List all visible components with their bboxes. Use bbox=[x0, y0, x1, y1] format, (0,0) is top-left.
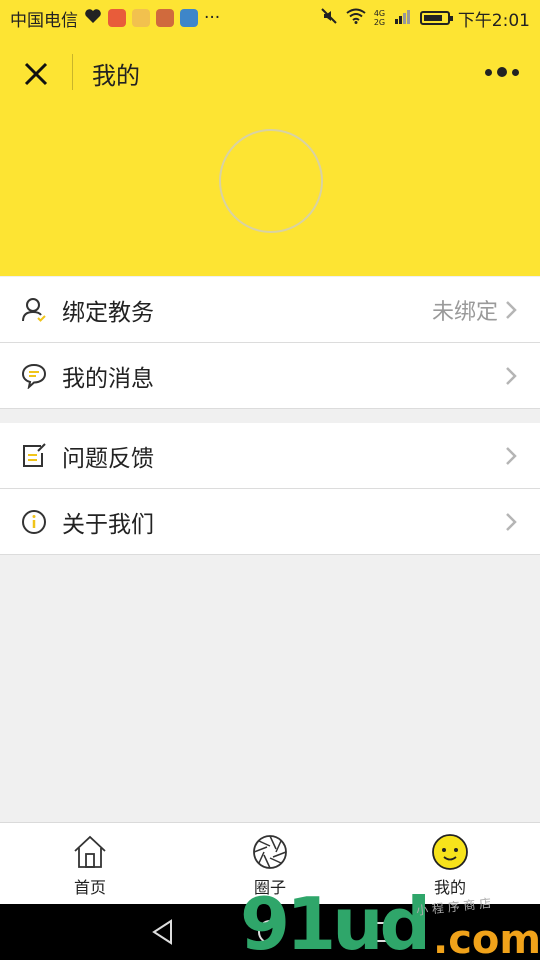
carrier-name: 中国电信 bbox=[10, 10, 78, 31]
close-icon bbox=[24, 62, 48, 86]
bind-status-value: 未绑定 bbox=[431, 299, 498, 325]
menu-item-bind-academic[interactable]: 绑定教务 未绑定 bbox=[0, 277, 540, 343]
user-check-icon bbox=[20, 296, 48, 324]
page-title: 我的 bbox=[92, 62, 140, 90]
mute-icon bbox=[320, 7, 338, 30]
watermark-suffix: .com bbox=[433, 917, 540, 960]
network-type: 4G 2G bbox=[373, 9, 386, 27]
wifi-icon bbox=[346, 8, 366, 29]
menu-item-feedback[interactable]: 问题反馈 bbox=[0, 423, 540, 489]
more-notifications: ··· bbox=[204, 8, 221, 28]
menu-item-label: 绑定教务 bbox=[62, 299, 154, 326]
menu-item-label: 我的消息 bbox=[62, 365, 154, 392]
aperture-icon bbox=[251, 833, 289, 871]
app-notification-icon bbox=[180, 9, 198, 27]
app-notification-icon bbox=[108, 9, 126, 27]
dot-icon bbox=[497, 67, 507, 77]
chevron-right-icon bbox=[504, 511, 518, 533]
tab-label: 首页 bbox=[73, 878, 106, 897]
dot-icon bbox=[485, 68, 492, 76]
edit-note-icon bbox=[20, 442, 48, 470]
menu-item-about[interactable]: 关于我们 bbox=[0, 489, 540, 555]
profile-header: 我的 bbox=[0, 36, 540, 276]
heart-rate-icon bbox=[84, 8, 102, 29]
menu-group-support: 问题反馈 关于我们 bbox=[0, 423, 540, 555]
chevron-right-icon bbox=[504, 365, 518, 387]
watermark: 91ud .com 小 程 序 商 店 bbox=[240, 886, 540, 960]
more-options-button[interactable] bbox=[482, 60, 522, 84]
smiley-icon bbox=[431, 833, 469, 871]
info-icon bbox=[20, 508, 48, 536]
battery-icon bbox=[419, 11, 453, 25]
chevron-right-icon bbox=[504, 299, 518, 321]
close-button[interactable] bbox=[18, 56, 54, 92]
menu-item-label: 关于我们 bbox=[62, 511, 154, 538]
signal-icon bbox=[394, 8, 412, 29]
tab-home[interactable]: 首页 bbox=[0, 823, 180, 904]
app-notification-icon bbox=[156, 9, 174, 27]
clock: 下午2:01 bbox=[457, 10, 530, 31]
menu-group-account: 绑定教务 未绑定 我的消息 bbox=[0, 277, 540, 409]
chat-bubble-icon bbox=[20, 362, 48, 390]
app-notification-icon bbox=[132, 9, 150, 27]
menu-item-label: 问题反馈 bbox=[62, 445, 154, 472]
back-button[interactable] bbox=[149, 918, 177, 946]
header-divider bbox=[72, 54, 73, 90]
back-triangle-icon bbox=[152, 919, 173, 945]
status-bar: 中国电信 ··· 4G 2G 下午2:01 bbox=[0, 0, 540, 36]
home-icon bbox=[71, 833, 109, 871]
dot-icon bbox=[512, 68, 519, 76]
avatar[interactable] bbox=[219, 129, 323, 233]
watermark-text: 91ud bbox=[240, 882, 431, 960]
chevron-right-icon bbox=[504, 445, 518, 467]
menu-item-messages[interactable]: 我的消息 bbox=[0, 343, 540, 409]
